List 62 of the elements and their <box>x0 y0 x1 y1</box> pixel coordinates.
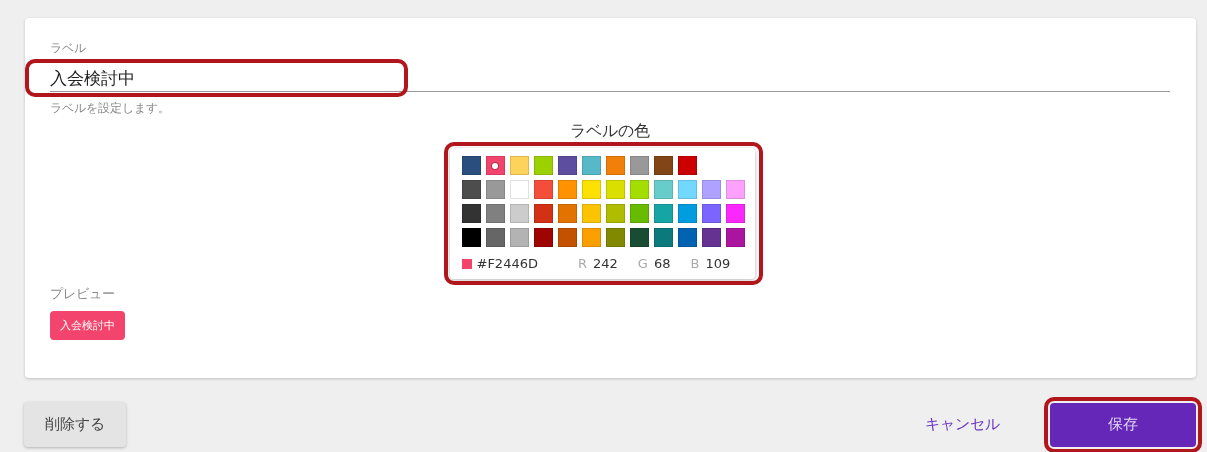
color-swatch[interactable] <box>653 180 673 199</box>
color-swatch[interactable] <box>605 156 625 175</box>
delete-button[interactable]: 削除する <box>24 402 126 447</box>
color-swatch[interactable] <box>581 204 601 223</box>
color-swatch[interactable] <box>557 180 577 199</box>
color-swatch[interactable] <box>653 204 673 223</box>
color-swatch[interactable] <box>677 156 697 175</box>
g-value: 68 <box>653 256 671 271</box>
color-swatch[interactable] <box>653 228 673 247</box>
color-swatch[interactable] <box>629 156 649 175</box>
color-swatch[interactable] <box>485 228 505 247</box>
color-swatch[interactable] <box>629 204 649 223</box>
field-label: ラベル <box>50 40 87 57</box>
color-swatch[interactable] <box>629 180 649 199</box>
cancel-button[interactable]: キャンセル <box>917 407 1008 442</box>
color-swatch[interactable] <box>701 228 721 247</box>
preview-label: プレビュー <box>50 285 116 303</box>
color-swatch[interactable] <box>581 228 601 247</box>
helper-text: ラベルを設定します。 <box>50 100 171 117</box>
color-swatch[interactable] <box>725 204 745 223</box>
r-value: 242 <box>593 256 618 271</box>
color-swatch[interactable] <box>461 204 481 223</box>
color-swatch[interactable] <box>485 156 505 175</box>
color-swatch[interactable] <box>581 180 601 199</box>
b-value: 109 <box>705 256 731 271</box>
color-swatch[interactable] <box>725 180 745 199</box>
color-swatch[interactable] <box>509 180 529 199</box>
color-swatch[interactable] <box>557 228 577 247</box>
color-swatch[interactable] <box>557 204 577 223</box>
color-swatch[interactable] <box>557 156 577 175</box>
g-label: G <box>637 256 648 271</box>
color-swatch[interactable] <box>605 204 625 223</box>
color-swatch[interactable] <box>533 180 553 199</box>
color-swatch[interactable] <box>677 228 697 247</box>
label-input-field[interactable]: 入会検討中 <box>50 65 1170 92</box>
color-swatch[interactable] <box>509 204 529 223</box>
label-chip: 入会検討中 <box>50 311 125 340</box>
color-swatch[interactable] <box>701 180 721 199</box>
save-button[interactable]: 保存 <box>1050 402 1196 447</box>
color-swatch[interactable] <box>533 204 553 223</box>
color-swatch[interactable] <box>677 180 697 199</box>
color-swatch[interactable] <box>653 156 673 175</box>
color-swatch[interactable] <box>605 180 625 199</box>
color-swatch[interactable] <box>485 180 505 199</box>
color-swatch[interactable] <box>509 156 529 175</box>
color-swatch[interactable] <box>509 228 529 247</box>
b-label: B <box>690 256 700 271</box>
color-swatch[interactable] <box>581 156 601 175</box>
color-swatch[interactable] <box>461 156 481 175</box>
color-swatch[interactable] <box>701 204 721 223</box>
color-swatch[interactable] <box>533 228 553 247</box>
color-swatch[interactable] <box>725 228 745 247</box>
hex-value: #F2446D <box>476 256 538 271</box>
section-title: ラベルの色 <box>570 121 650 142</box>
color-swatch[interactable] <box>461 228 481 247</box>
color-swatch[interactable] <box>629 228 649 247</box>
color-swatch[interactable] <box>677 204 697 223</box>
color-swatch[interactable] <box>605 228 625 247</box>
color-swatch[interactable] <box>485 204 505 223</box>
color-swatch[interactable] <box>461 180 481 199</box>
color-swatch[interactable] <box>533 156 553 175</box>
r-label: R <box>577 256 587 271</box>
